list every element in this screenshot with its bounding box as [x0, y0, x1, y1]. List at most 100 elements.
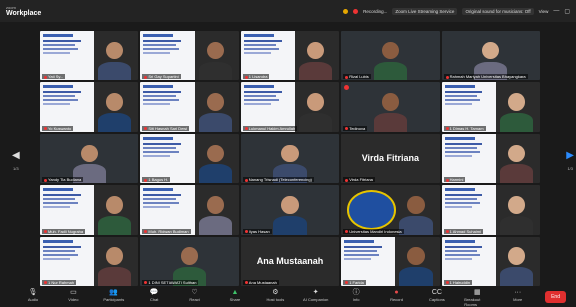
participant-name-text: Muh. Fadli Nugraha: [48, 228, 84, 234]
participant-tile[interactable]: 1 Farida: [341, 236, 440, 286]
shared-slide-background: [441, 236, 496, 286]
ai-companion-icon: ✦: [312, 289, 319, 296]
participant-video: [95, 38, 134, 81]
minimize-icon[interactable]: —: [553, 8, 559, 14]
participant-tile[interactable]: Sri Gay Supartini: [140, 31, 239, 81]
previous-page-icon[interactable]: ◀: [12, 150, 20, 161]
participant-name-text: 1 Lisandra: [248, 74, 268, 80]
original-sound-toggle[interactable]: Original sound for musicians: Off: [462, 7, 534, 15]
more-button[interactable]: ··· More: [505, 289, 531, 302]
brand-name: Workplace: [6, 10, 42, 17]
captions-button[interactable]: CC Captions: [424, 289, 450, 302]
muted-mic-icon: [345, 75, 349, 79]
participant-tile[interactable]: 1 DINI SETIAWATI Sulthan: [140, 236, 239, 286]
live-stream-status[interactable]: Zoom Live Streaming Service: [392, 7, 458, 15]
participant-tile[interactable]: Muh. Ridwan Budiman: [140, 185, 239, 235]
participant-name: 1 Farida: [343, 280, 366, 285]
participant-tile[interactable]: Muh. Fadli Nugraha: [40, 185, 139, 235]
shared-slide-background: [441, 133, 496, 184]
participant-tile[interactable]: 1 Dimas H. Tamam: [441, 82, 540, 132]
participant-tile[interactable]: Yandy Tia Budiana: [40, 133, 139, 184]
participant-tile[interactable]: Ilyas Hasan: [240, 185, 340, 235]
participant-tile[interactable]: Universitas Mandiri Indonesia: [341, 185, 440, 235]
participant-tile[interactable]: 1 Ahmad Suhaimi: [441, 185, 540, 235]
participant-name-text: Virda Fitriana: [349, 177, 373, 183]
shield-icon[interactable]: [343, 8, 349, 14]
host-tools-icon: ⚙: [272, 289, 279, 296]
record-indicator-icon: [353, 8, 359, 14]
participant-tile[interactable]: Lukmanul Hakim Amrullah: [240, 82, 340, 132]
participant-tile[interactable]: Nanang Trisnadi (Teleconferencing): [240, 133, 340, 184]
participant-name: Ilyas Hasan: [242, 228, 272, 234]
participant-tile[interactable]: 1 Nur Rahmah: [40, 236, 139, 286]
toolbar-label: Host tools: [266, 297, 285, 302]
toolbar-label: Audio: [27, 297, 39, 302]
toolbar-label: Video: [68, 297, 79, 302]
participant-name: Yo Kuswanto: [42, 125, 74, 131]
participant-name: Siti Hasnah Sari Dewi: [142, 125, 190, 131]
participant-video: [497, 90, 536, 132]
participant-tile[interactable]: Rizal Lubis: [341, 31, 440, 81]
muted-mic-icon: [244, 75, 248, 79]
muted-mic-icon: [44, 75, 47, 79]
participant-name-text: 1 Farida: [349, 280, 364, 285]
participant-name-text: Universitas Mandiri Indonesia: [349, 228, 402, 234]
participant-name-text: Tedinova: [349, 125, 366, 131]
participant-tile[interactable]: 1 Lisandra: [240, 31, 340, 81]
view-button[interactable]: View: [539, 9, 549, 14]
participant-video: [196, 141, 235, 184]
captions-icon: CC: [431, 289, 442, 296]
record-button[interactable]: ● Record: [384, 289, 410, 302]
chat-icon: 💬: [149, 289, 159, 296]
muted-mic-icon: [244, 230, 248, 234]
toolbar-label: Captions: [429, 297, 445, 302]
participant-name-text: Harmini: [449, 177, 464, 183]
muted-mic-icon: [244, 178, 248, 182]
participant-tile[interactable]: 1 Hairuddin: [441, 236, 540, 286]
top-bar: zoom Workplace Recording... Zoom Live St…: [0, 0, 576, 22]
muted-mic-icon: [44, 230, 47, 234]
meeting-toolbar: 🎙 Audio ▭ Video 👥 Participants 💬 Chat ♡ React ▲ Sha…: [0, 287, 576, 307]
participant-name-text: Sri Gay Supartini: [148, 74, 179, 80]
participant-tile[interactable]: Tedinova: [341, 82, 440, 132]
shared-slide-background: [240, 82, 295, 132]
participant-tile[interactable]: 1 Bagus H.: [140, 133, 239, 184]
muted-mic-icon: [44, 127, 47, 131]
participant-name-text: Ilyas Hasan: [248, 228, 270, 234]
react-button[interactable]: ♡ React: [182, 289, 208, 302]
toolbar-label: Share: [229, 297, 241, 302]
toolbar-label: Info: [352, 297, 360, 302]
info-icon: ⓘ: [352, 289, 360, 296]
shared-slide-background: [40, 185, 95, 235]
participant-name: Virda Fitriana: [343, 177, 375, 183]
participant-tile[interactable]: Yo Kuswanto: [40, 82, 139, 132]
participant-tile[interactable]: Yati Sy...: [40, 31, 139, 81]
recording-status[interactable]: Recording...: [363, 9, 387, 14]
muted-mic-icon: [445, 281, 449, 285]
toolbar-label: AI Companion: [303, 297, 329, 302]
shared-slide-background: [140, 133, 195, 184]
host-tools-button[interactable]: ⚙ Host tools: [262, 289, 288, 302]
end-meeting-button[interactable]: End: [545, 291, 566, 303]
microphone-icon: 🎙: [28, 289, 38, 296]
ai-companion-button[interactable]: ✦ AI Companion: [303, 289, 329, 302]
chat-button[interactable]: 💬 Chat: [141, 289, 167, 302]
participant-tile[interactable]: Rahmah Mariyah Universitas Bhayangkara: [441, 31, 540, 81]
participant-tile[interactable]: Ana Mustaanah Ana Mustaanah: [240, 236, 340, 286]
participant-name: 1 Lisandra: [242, 74, 270, 80]
share-button[interactable]: ▲ Share: [222, 289, 248, 302]
participants-button[interactable]: 👥 Participants: [101, 289, 127, 302]
breakout-button[interactable]: ▦ Breakout Rooms: [464, 289, 490, 307]
maximize-icon[interactable]: ▢: [564, 8, 570, 15]
microphone-button[interactable]: 🎙 Audio: [20, 289, 46, 302]
next-page-icon[interactable]: ▶: [566, 150, 574, 161]
participant-tile[interactable]: Harmini: [441, 133, 540, 184]
participant-tile[interactable]: Siti Hasnah Sari Dewi: [140, 82, 239, 132]
participant-name-text: Yati Sy...: [48, 74, 64, 80]
info-button[interactable]: ⓘ Info: [343, 289, 369, 302]
participant-tile[interactable]: Virda Fitriana Virda Fitriana: [341, 133, 440, 184]
participant-video: [270, 193, 309, 235]
muted-mic-icon: [144, 127, 148, 131]
video-button[interactable]: ▭ Video: [60, 289, 86, 302]
video-icon: ▭: [70, 289, 77, 296]
